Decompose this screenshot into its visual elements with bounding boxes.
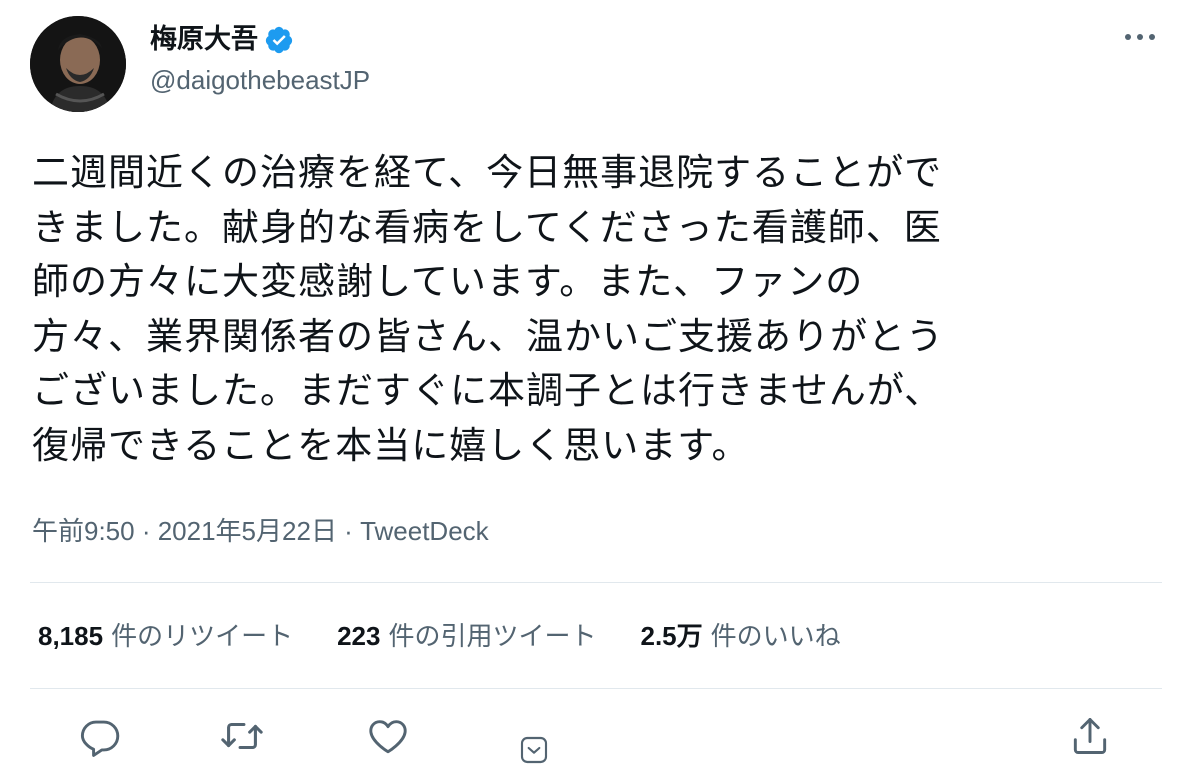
display-name[interactable]: 梅原大吾 (150, 22, 258, 58)
divider (30, 582, 1162, 583)
heart-icon (369, 720, 407, 754)
more-options-button[interactable] (1118, 22, 1162, 52)
quotes-label: 件の引用ツイート (388, 621, 597, 652)
meta-separator: · (134, 516, 158, 546)
caret-down-icon (520, 736, 548, 764)
reply-icon (80, 720, 120, 757)
more-horizontal-icon (1125, 34, 1155, 40)
likes-label: 件のいいね (710, 621, 841, 652)
divider (30, 688, 1162, 689)
reply-button[interactable] (76, 712, 124, 760)
retweet-icon (221, 722, 263, 750)
quotes-stat[interactable]: 223 件の引用ツイート (337, 616, 596, 657)
tweet-stats: 8,185 件のリツイート 223 件の引用ツイート 2.5万 件のいいね (38, 616, 841, 656)
retweets-label: 件のリツイート (111, 621, 294, 652)
tweet-text-line: 方々、業界関係者の皆さん、温かいご支援ありがとう (32, 314, 944, 358)
tweet-date[interactable]: 2021年5月22日 (158, 516, 337, 546)
display-name-row[interactable]: 梅原大吾 (150, 22, 294, 58)
tweet-text-line: 復帰できることを本当に嬉しく思います。 (32, 423, 750, 467)
tweet-time[interactable]: 午前9:50 (32, 516, 135, 546)
tweet-meta: 午前9:50 · 2021年5月22日 · TweetDeck (32, 512, 489, 550)
share-icon (1073, 718, 1107, 754)
tweet-text-line: 二週間近くの治療を経て、今日無事退院することがで (32, 151, 943, 194)
meta-separator: · (336, 516, 361, 546)
tweet-text-line: ございました。まだすぐに本調子とは行きませんが、 (32, 369, 943, 412)
tweet-text-line: 師の方々に大変感謝しています。また、ファンの (32, 260, 864, 303)
likes-count: 2.5万 (640, 620, 703, 651)
retweets-count: 8,185 (38, 620, 104, 651)
tweet-text-line: きました。献身的な看病をしてくださった看護師、医 (32, 205, 942, 249)
avatar[interactable] (30, 16, 126, 112)
retweets-stat[interactable]: 8,185 件のリツイート (38, 616, 293, 657)
user-handle[interactable]: @daigothebeastJP (150, 62, 370, 98)
likes-stat[interactable]: 2.5万 件のいいね (641, 616, 841, 657)
like-button[interactable] (364, 712, 412, 760)
share-button[interactable] (1066, 712, 1114, 760)
tweet-source[interactable]: TweetDeck (360, 516, 489, 546)
avatar-image (30, 16, 126, 112)
tweet-text: 二週間近くの治療を経て、今日無事退院することがで きました。献身的な看病をしてく… (32, 146, 1152, 473)
verified-badge-icon (264, 25, 294, 55)
caret-button[interactable] (510, 726, 558, 774)
retweet-button[interactable] (218, 712, 266, 760)
quotes-count: 223 (337, 620, 381, 651)
